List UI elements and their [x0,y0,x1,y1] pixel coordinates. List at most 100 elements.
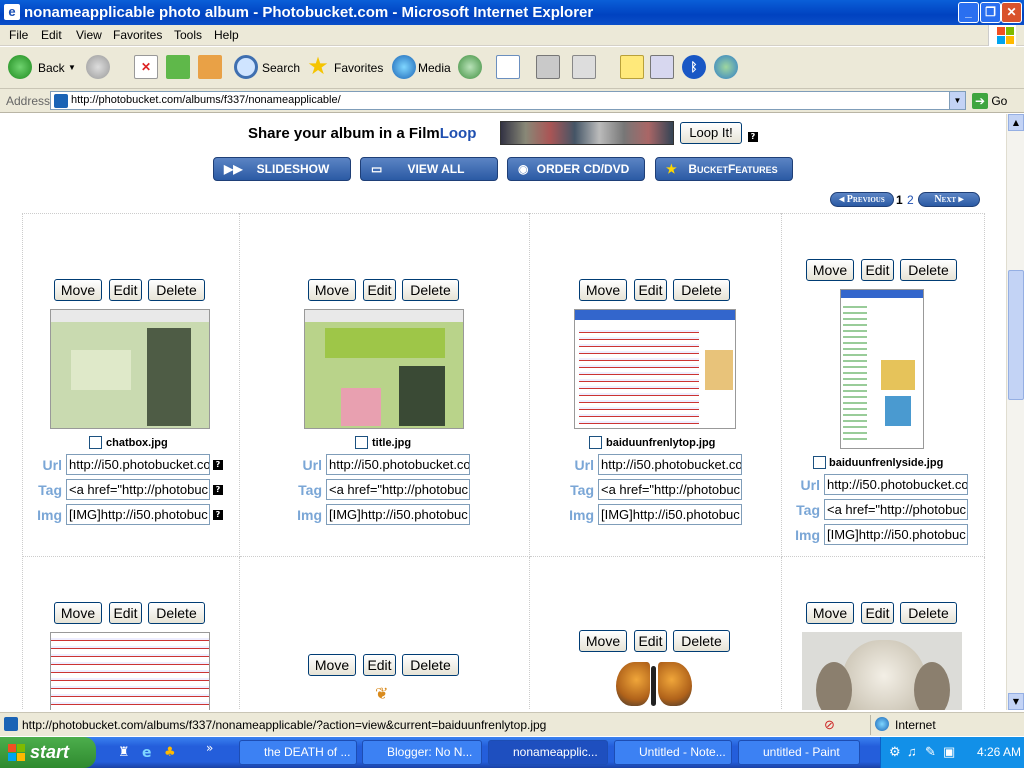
delete-button[interactable]: Delete [673,279,730,301]
blocked-icon[interactable]: ⊘ [824,717,842,733]
select-checkbox[interactable] [589,436,602,449]
help-icon[interactable]: ? [213,510,223,520]
menu-favorites[interactable]: Favorites [113,28,162,42]
menu-tools[interactable]: Tools [174,28,202,42]
edit-button[interactable]: Edit [634,630,667,652]
quicklaunch-icon[interactable]: ♜ [118,745,134,761]
delete-button[interactable]: Delete [900,602,957,624]
select-checkbox[interactable] [89,436,102,449]
move-button[interactable]: Move [806,602,854,624]
ie-quicklaunch-icon[interactable]: e [142,745,158,761]
page-2-link[interactable]: 2 [907,193,914,207]
photo-thumbnail[interactable] [50,309,210,429]
history-button[interactable] [458,55,484,81]
menu-help[interactable]: Help [214,28,239,42]
mail-button[interactable] [496,55,530,81]
photo-thumbnail[interactable] [50,632,210,710]
tag-field[interactable]: <a href="http://photobuc [824,499,968,520]
quicklaunch-icon[interactable]: ♣ [164,745,180,761]
menu-view[interactable]: View [76,28,102,42]
discuss-button[interactable] [620,55,644,81]
taskbar-item[interactable]: the DEATH of ... [239,740,357,765]
img-field[interactable]: [IMG]http://i50.photobuc [326,504,470,525]
print-button[interactable] [536,55,562,81]
restore-button[interactable]: ❐ [980,2,1001,23]
scroll-down-icon[interactable]: ▼ [1008,693,1024,710]
scroll-up-icon[interactable]: ▲ [1008,114,1024,131]
go-button[interactable]: ➔ Go [972,93,1007,109]
tag-field[interactable]: <a href="http://photobuc [598,479,742,500]
img-field[interactable]: [IMG]http://i50.photobuc [598,504,742,525]
messenger-button[interactable] [714,55,740,81]
url-field[interactable]: http://i50.photobucket.com [66,454,210,475]
media-button[interactable]: Media [392,55,452,81]
butterfly-thumbnail[interactable]: ❦ [375,684,388,703]
search-button[interactable]: Search [234,55,300,81]
home-button[interactable] [198,55,224,81]
slideshow-button[interactable]: ▶▶ SLIDESHOW [213,157,351,181]
close-button[interactable]: ✕ [1001,2,1022,23]
filmloop-strip-image[interactable] [500,121,674,145]
help-icon[interactable]: ? [213,485,223,495]
img-field[interactable]: [IMG]http://i50.photobuc [824,524,968,545]
edit-button[interactable]: Edit [363,279,396,301]
help-icon[interactable]: ? [748,132,758,142]
move-button[interactable]: Move [54,279,102,301]
img-field[interactable]: [IMG]http://i50.photobuc [66,504,210,525]
edit-button[interactable]: Edit [861,602,894,624]
next-page-button[interactable]: Next ▸ [918,192,980,207]
bucket-features-button[interactable]: ★ BUCKETFEATURES [655,157,793,181]
tray-icon[interactable]: ✎ [925,744,936,760]
chevron-down-icon[interactable]: ▼ [68,63,76,72]
previous-page-button[interactable]: ◂ Previous [830,192,894,207]
move-button[interactable]: Move [308,654,356,676]
back-button[interactable]: Back ▼ [8,55,78,81]
menu-file[interactable]: File [9,28,28,42]
move-button[interactable]: Move [308,279,356,301]
scrollbar-thumb[interactable] [1008,270,1024,400]
research-button[interactable] [650,55,674,81]
loop-it-button[interactable]: Loop It! [680,122,742,144]
delete-button[interactable]: Delete [148,279,205,301]
edit-button[interactable]: Edit [861,259,894,281]
tray-icon[interactable]: ⚙ [889,744,901,760]
photo-thumbnail[interactable] [840,289,924,449]
photo-thumbnail[interactable] [304,309,464,429]
photo-thumbnail[interactable] [574,309,736,429]
stop-button[interactable]: ✕ [134,55,158,81]
delete-button[interactable]: Delete [673,630,730,652]
delete-button[interactable]: Delete [402,654,459,676]
tray-icon[interactable]: ♫ [907,744,917,759]
minimize-button[interactable]: _ [958,2,979,23]
view-all-button[interactable]: ▭ VIEW ALL [360,157,498,181]
taskbar-item[interactable]: untitled - Paint [738,740,860,765]
butterfly-thumbnail[interactable] [616,660,692,710]
delete-button[interactable]: Delete [900,259,957,281]
delete-button[interactable]: Delete [148,602,205,624]
menu-edit[interactable]: Edit [41,28,62,42]
edit-button[interactable]: Edit [109,279,142,301]
url-field[interactable]: http://i50.photobucket.com [326,454,470,475]
move-button[interactable]: Move [579,630,627,652]
tag-field[interactable]: <a href="http://photobuc [66,479,210,500]
taskbar-item[interactable]: Untitled - Note... [614,740,732,765]
bluetooth-button[interactable]: ᛒ [682,55,706,81]
taskbar-item[interactable]: Blogger: No N... [362,740,482,765]
start-button[interactable]: start [0,737,96,768]
taskbar-item-active[interactable]: nonameapplic... [488,740,608,765]
tray-icon[interactable]: ▣ [943,744,955,760]
url-field[interactable]: http://i50.photobucket.com [598,454,742,475]
order-cd-dvd-button[interactable]: ◉ ORDER CD/DVD [507,157,645,181]
tag-field[interactable]: <a href="http://photobuc [326,479,470,500]
chevron-right-icon[interactable]: » [206,741,213,755]
edit-button[interactable]: Edit [363,654,396,676]
move-button[interactable]: Move [579,279,627,301]
vertical-scrollbar[interactable]: ▲ ▼ [1006,114,1024,710]
delete-button[interactable]: Delete [402,279,459,301]
select-checkbox[interactable] [355,436,368,449]
photo-thumbnail[interactable] [802,632,962,710]
edit-button[interactable]: Edit [634,279,667,301]
help-icon[interactable]: ? [213,460,223,470]
refresh-button[interactable] [166,55,190,81]
move-button[interactable]: Move [54,602,102,624]
